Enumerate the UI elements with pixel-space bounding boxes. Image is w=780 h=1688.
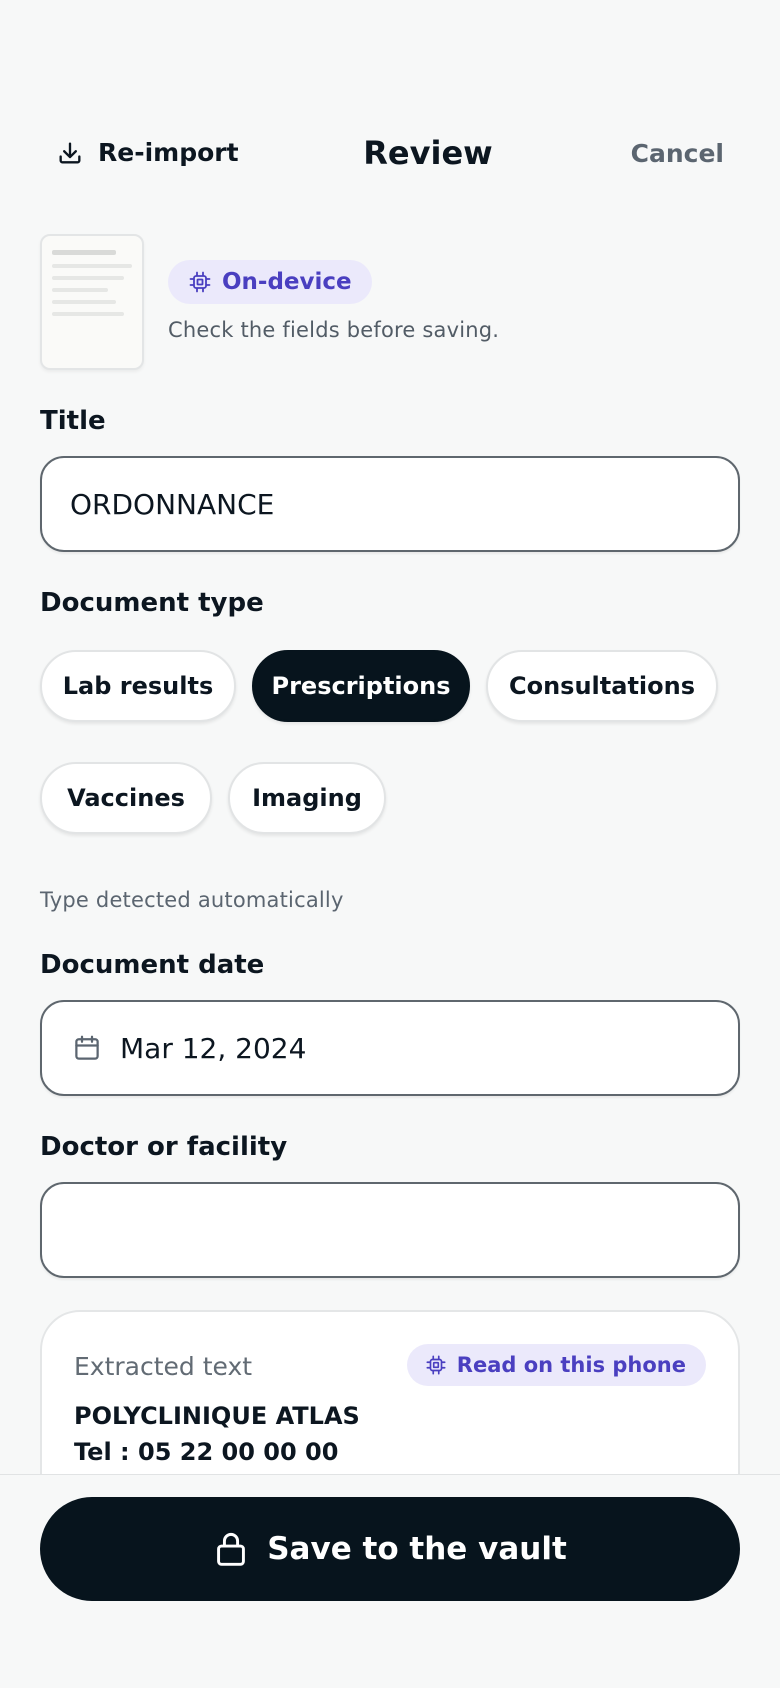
date-field[interactable]: Mar 12, 2024 [40,1000,740,1096]
type-chip-label: Lab results [62,672,214,700]
type-chip-prescriptions[interactable]: Prescriptions [252,650,470,722]
doctor-input[interactable] [40,1182,740,1278]
extracted-line: POLYCLINIQUE ATLAS [74,1402,360,1430]
calendar-icon [75,1035,99,1060]
title-value: ORDONNANCE [70,487,275,521]
lock-icon [217,1532,246,1566]
extracted-lines: POLYCLINIQUE ATLAS Tel : 05 22 00 00 00 [74,1398,360,1470]
save-label: Save to the vault [267,1531,567,1567]
type-chip-consultations[interactable]: Consultations [486,650,718,722]
document-type-label: Document type [40,588,264,618]
save-to-vault-button[interactable]: Save to the vault [40,1497,740,1601]
read-on-phone-badge: Read on this phone [406,1344,706,1386]
title-label: Title [40,406,106,436]
read-on-phone-label: Read on this phone [456,1353,686,1377]
extracted-text-title: Extracted text [74,1352,253,1381]
type-chip-label: Imaging [252,784,362,812]
type-chip-imaging[interactable]: Imaging [228,762,386,834]
type-chip-lab-results[interactable]: Lab results [40,650,236,722]
extracted-line: Tel : 05 22 00 00 00 [74,1438,339,1466]
type-detected-hint: Type detected automatically [40,888,344,912]
cancel-button[interactable]: Cancel [631,139,724,168]
review-screen: Re-import Review Cancel On-device Check … [0,0,780,1688]
document-thumbnail[interactable] [40,234,144,370]
bottom-bar: Save to the vault [0,1474,780,1688]
title-input[interactable]: ORDONNANCE [40,456,740,552]
on-device-label: On-device [222,269,352,295]
type-chip-label: Prescriptions [271,672,451,700]
doctor-label: Doctor or facility [40,1132,288,1162]
header: Re-import Review Cancel [0,130,780,180]
type-chip-vaccines[interactable]: Vaccines [40,762,212,834]
check-fields-text: Check the fields before saving. [168,318,500,342]
on-device-badge: On-device [168,260,372,304]
date-value: Mar 12, 2024 [120,1031,307,1065]
chip-icon [189,271,211,293]
document-date-label: Document date [40,950,265,980]
type-chip-label: Vaccines [67,784,185,812]
chip-icon [426,1355,446,1375]
type-chip-label: Consultations [508,672,695,700]
